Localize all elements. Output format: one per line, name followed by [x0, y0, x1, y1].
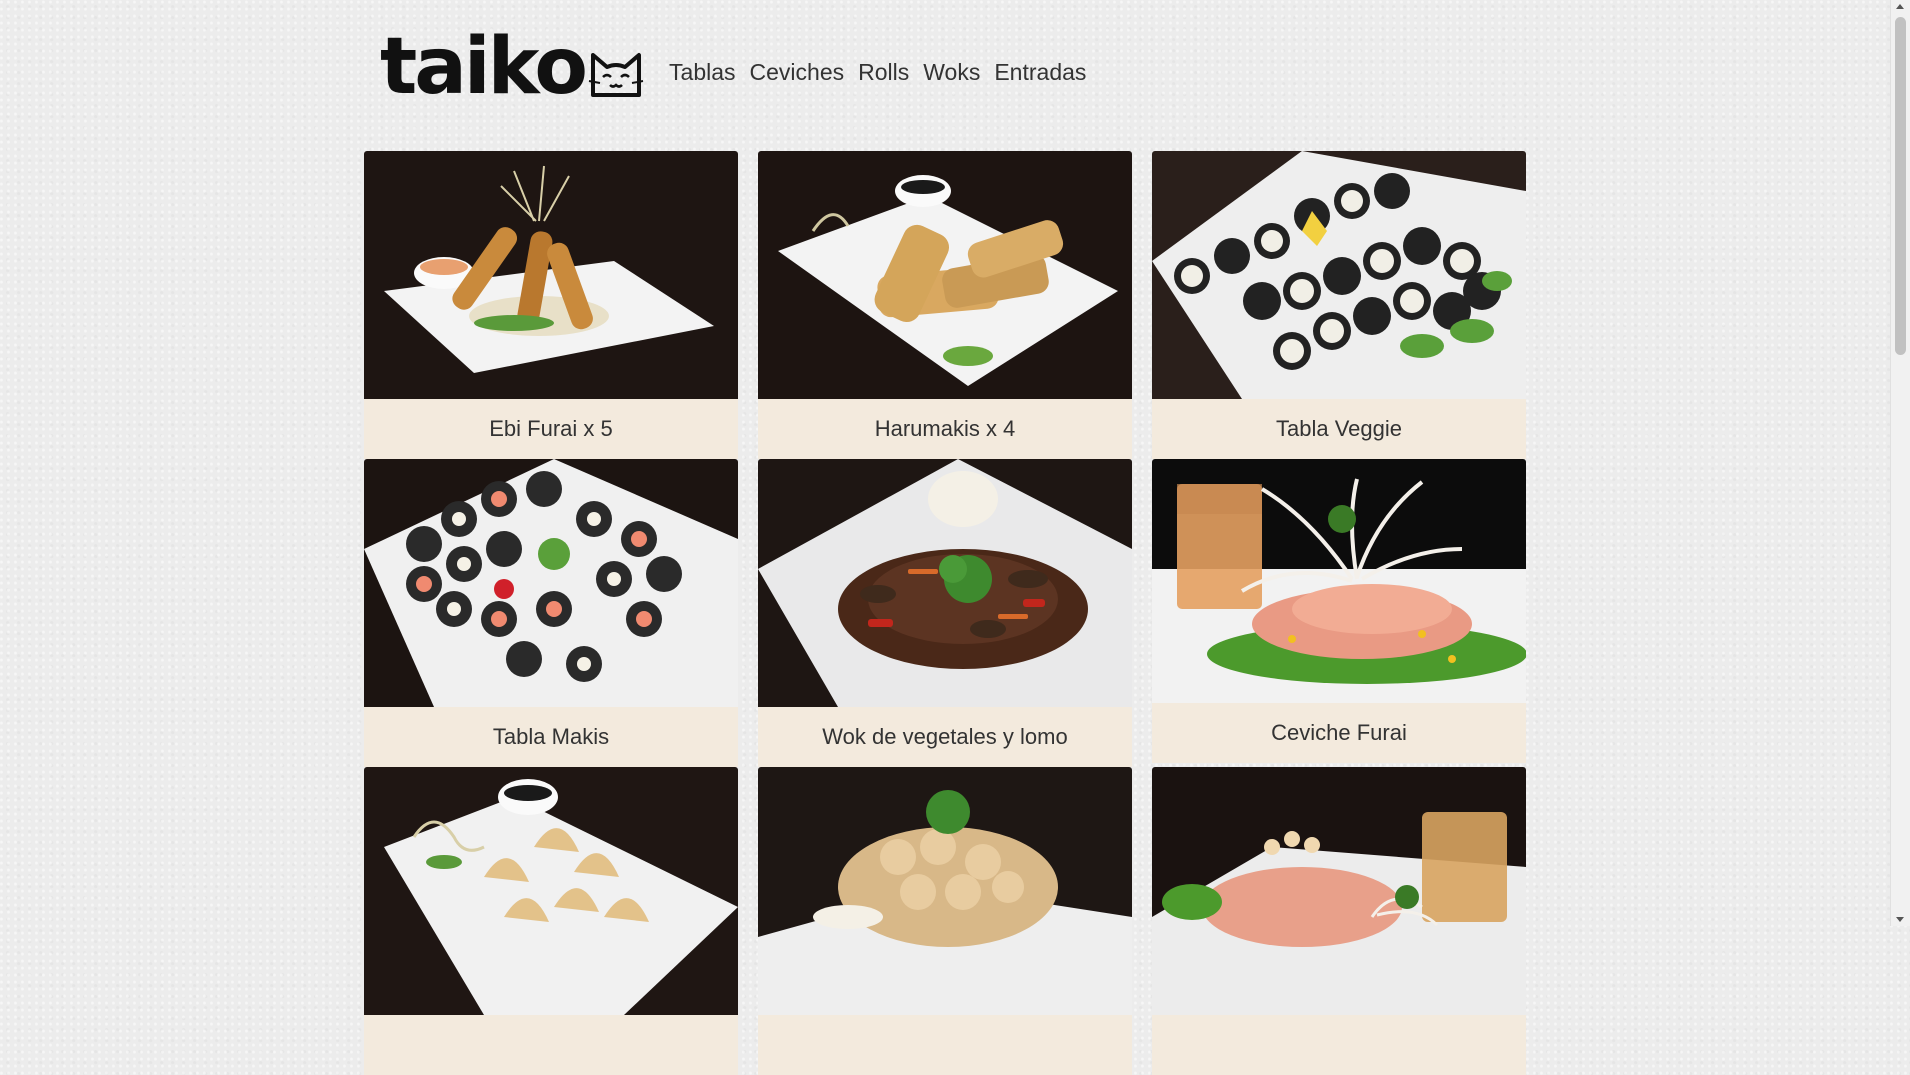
- product-card[interactable]: [1152, 767, 1526, 1075]
- nav-item-woks[interactable]: Woks: [923, 59, 980, 86]
- product-image: [364, 151, 738, 399]
- product-name: Tabla Veggie: [1152, 399, 1526, 459]
- product-image: [758, 151, 1132, 399]
- product-card[interactable]: Wok de vegetales y lomo: [758, 459, 1132, 767]
- logo[interactable]: taiko: [380, 28, 645, 106]
- product-card[interactable]: [364, 767, 738, 1075]
- site-header: taiko Tablas Ceviches Rolls Woks Entrada…: [380, 28, 1100, 106]
- product-name: Ebi Furai x 5: [364, 399, 738, 459]
- product-image: [364, 767, 738, 1015]
- nav-item-rolls[interactable]: Rolls: [858, 59, 909, 86]
- product-card[interactable]: Harumakis x 4: [758, 151, 1132, 459]
- logo-text: taiko: [380, 21, 588, 112]
- cat-face-icon: [588, 52, 644, 97]
- main-nav: Tablas Ceviches Rolls Woks Entradas: [669, 59, 1100, 86]
- product-name: [758, 1015, 1132, 1075]
- page-scrollbar[interactable]: [1890, 0, 1910, 926]
- product-image: [1152, 767, 1526, 1015]
- scroll-down-icon[interactable]: [1896, 917, 1904, 922]
- product-card[interactable]: Tabla Makis: [364, 459, 738, 767]
- scroll-up-icon[interactable]: [1896, 4, 1904, 9]
- product-grid: Ebi Furai x 5 Harumakis x 4 Tabla Veggie…: [364, 151, 1526, 1075]
- product-name: Wok de vegetales y lomo: [758, 707, 1132, 767]
- product-image: [1152, 151, 1526, 399]
- product-card[interactable]: Ebi Furai x 5: [364, 151, 738, 459]
- product-name: [364, 1015, 738, 1075]
- nav-item-tablas[interactable]: Tablas: [669, 59, 735, 86]
- product-card[interactable]: Tabla Veggie: [1152, 151, 1526, 459]
- product-image: [364, 459, 738, 707]
- product-card[interactable]: [758, 767, 1132, 1075]
- product-image: [758, 767, 1132, 1015]
- product-name: Ceviche Furai: [1152, 703, 1526, 763]
- product-name: Tabla Makis: [364, 707, 738, 767]
- nav-item-ceviches[interactable]: Ceviches: [750, 59, 845, 86]
- nav-item-entradas[interactable]: Entradas: [994, 59, 1086, 86]
- product-image: [758, 459, 1132, 707]
- page: taiko Tablas Ceviches Rolls Woks Entrada…: [0, 0, 1891, 1075]
- product-image: [1152, 459, 1526, 703]
- scrollbar-thumb[interactable]: [1895, 17, 1906, 355]
- product-name: [1152, 1015, 1526, 1075]
- product-name: Harumakis x 4: [758, 399, 1132, 459]
- product-card[interactable]: Ceviche Furai: [1152, 459, 1526, 767]
